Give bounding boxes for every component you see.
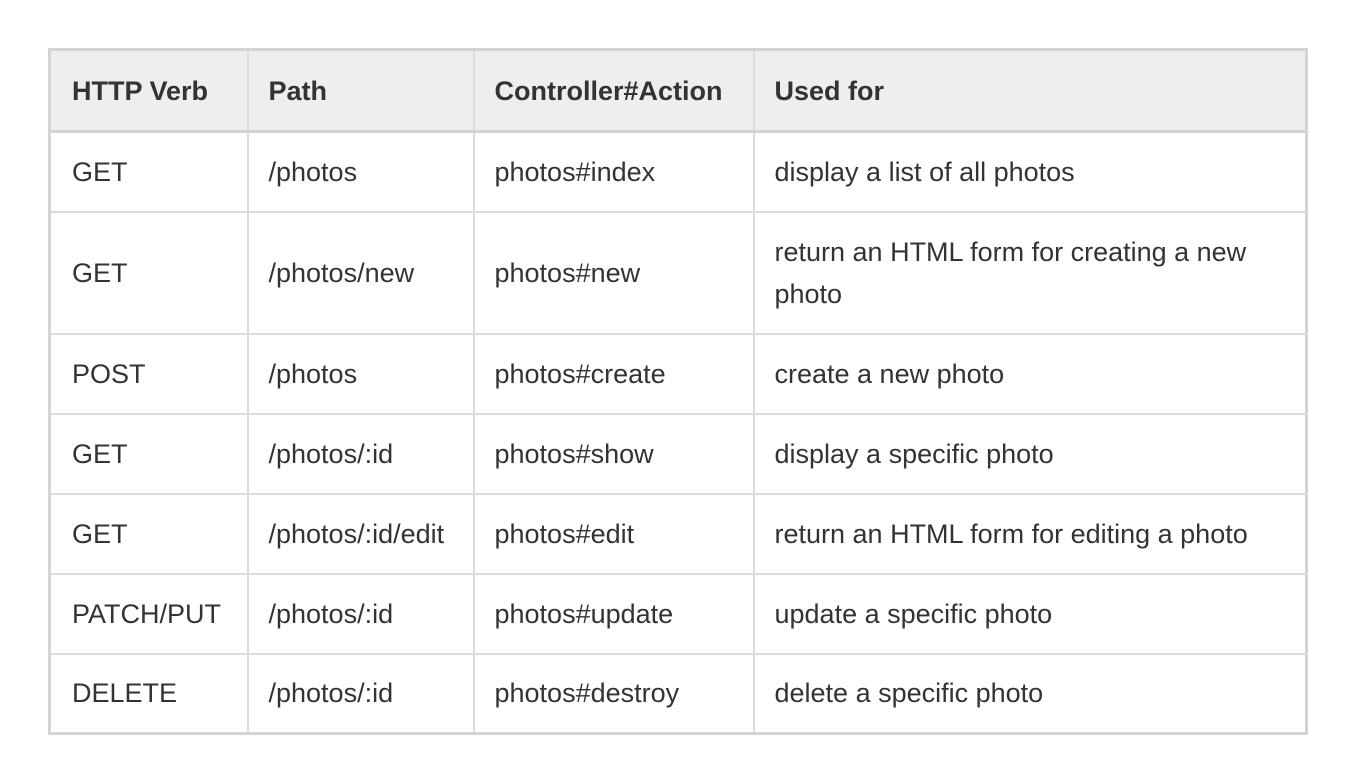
table-row: GET /photos/:id photos#show display a sp… <box>48 412 1308 495</box>
cell-controller-action: photos#update <box>472 572 755 655</box>
cell-path: /photos/:id <box>246 572 475 655</box>
cell-http-verb: DELETE <box>48 652 249 735</box>
routes-table: HTTP Verb Path Controller#Action Used fo… <box>48 48 1308 735</box>
cell-used-for: display a specific photo <box>752 412 1308 495</box>
table-row: GET /photos/:id/edit photos#edit return … <box>48 492 1308 575</box>
table-row: GET /photos/new photos#new return an HTM… <box>48 210 1308 335</box>
cell-path: /photos/:id <box>246 652 475 735</box>
cell-path: /photos <box>246 332 475 415</box>
table-header: HTTP Verb Path Controller#Action Used fo… <box>48 48 1308 133</box>
cell-controller-action: photos#create <box>472 332 755 415</box>
cell-path: /photos/new <box>246 210 475 335</box>
cell-http-verb: POST <box>48 332 249 415</box>
table-row: GET /photos photos#index display a list … <box>48 130 1308 213</box>
cell-used-for: create a new photo <box>752 332 1308 415</box>
cell-used-for: update a specific photo <box>752 572 1308 655</box>
cell-controller-action: photos#destroy <box>472 652 755 735</box>
cell-controller-action: photos#index <box>472 130 755 213</box>
header-used-for: Used for <box>752 48 1308 133</box>
header-path: Path <box>246 48 475 133</box>
table-row: DELETE /photos/:id photos#destroy delete… <box>48 652 1308 735</box>
cell-used-for: return an HTML form for editing a photo <box>752 492 1308 575</box>
cell-http-verb: GET <box>48 412 249 495</box>
cell-http-verb: PATCH/PUT <box>48 572 249 655</box>
cell-controller-action: photos#edit <box>472 492 755 575</box>
cell-path: /photos <box>246 130 475 213</box>
table-row: PATCH/PUT /photos/:id photos#update upda… <box>48 572 1308 655</box>
cell-http-verb: GET <box>48 210 249 335</box>
cell-used-for: return an HTML form for creating a new p… <box>752 210 1308 335</box>
cell-controller-action: photos#new <box>472 210 755 335</box>
table-body: GET /photos photos#index display a list … <box>48 130 1308 735</box>
header-row: HTTP Verb Path Controller#Action Used fo… <box>48 48 1308 133</box>
cell-path: /photos/:id <box>246 412 475 495</box>
table-row: POST /photos photos#create create a new … <box>48 332 1308 415</box>
cell-path: /photos/:id/edit <box>246 492 475 575</box>
cell-used-for: delete a specific photo <box>752 652 1308 735</box>
cell-controller-action: photos#show <box>472 412 755 495</box>
header-controller-action: Controller#Action <box>472 48 755 133</box>
header-http-verb: HTTP Verb <box>48 48 249 133</box>
cell-http-verb: GET <box>48 492 249 575</box>
cell-http-verb: GET <box>48 130 249 213</box>
cell-used-for: display a list of all photos <box>752 130 1308 213</box>
